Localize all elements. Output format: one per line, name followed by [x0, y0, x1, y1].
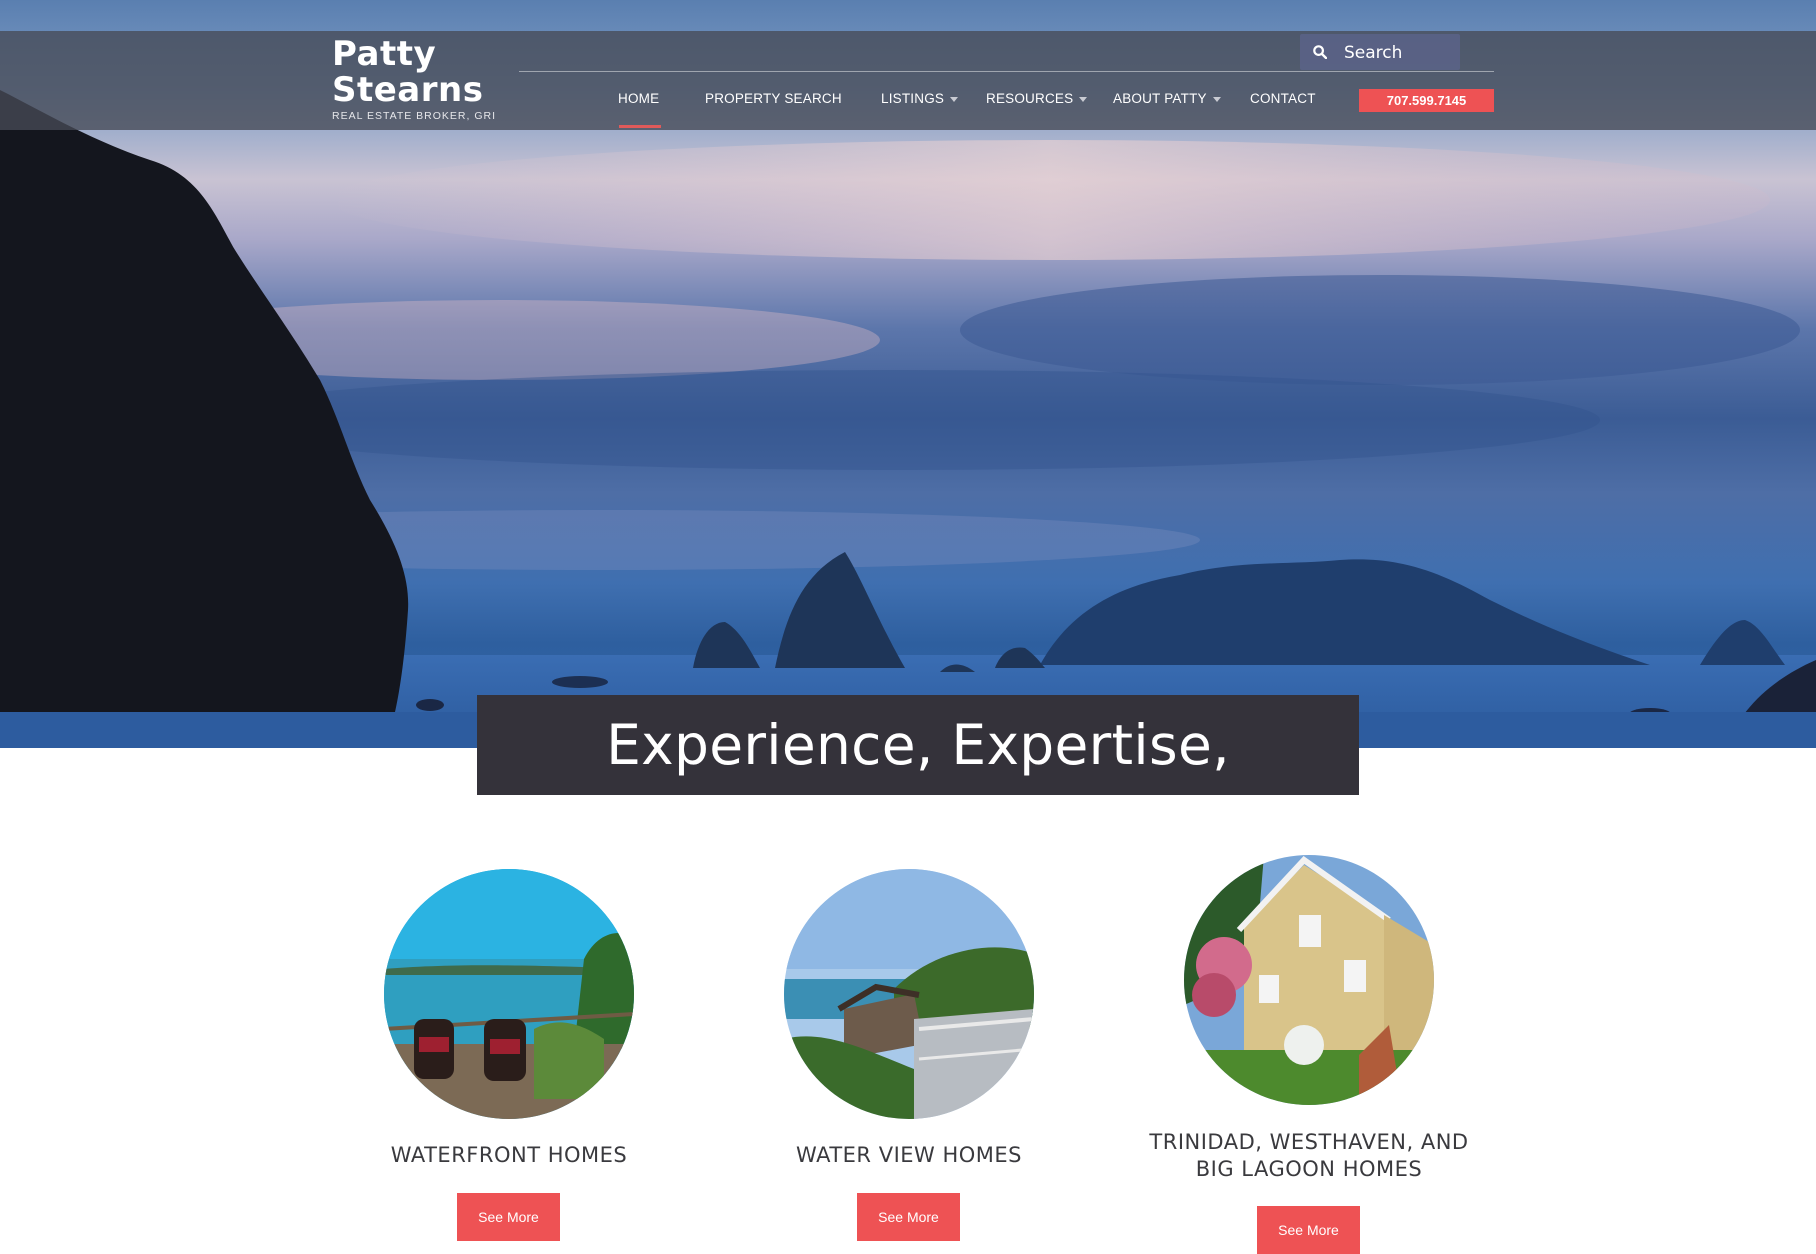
header-divider: [519, 71, 1494, 72]
search-box[interactable]: Search: [1300, 34, 1460, 70]
search-input[interactable]: Search: [1344, 43, 1402, 63]
category-title-trinidad: TRINIDAD, WESTHAVEN, AND BIG LAGOON HOME…: [1109, 1129, 1509, 1183]
nav-property-search[interactable]: PROPERTY SEARCH: [705, 91, 842, 111]
water-view-photo: [784, 869, 1034, 1119]
chevron-down-icon: [1212, 96, 1221, 102]
logo-name-line1: Patty: [332, 34, 437, 74]
logo-subtitle: REAL ESTATE BROKER, GRI: [332, 110, 497, 122]
nav-listings-label: LISTINGS: [881, 91, 945, 106]
water-view-homes-image[interactable]: [784, 869, 1034, 1119]
nav-contact[interactable]: CONTACT: [1250, 91, 1316, 111]
header-bar: [0, 31, 1816, 130]
site-logo[interactable]: Patty Stearns REAL ESTATE BROKER, GRI: [332, 36, 496, 122]
nav-about-label: ABOUT PATTY: [1113, 91, 1207, 106]
category-title-water-view: WATER VIEW HOMES: [795, 1143, 1023, 1167]
see-more-water-view-button[interactable]: See More: [857, 1193, 960, 1241]
see-more-waterfront-button[interactable]: See More: [457, 1193, 560, 1241]
chevron-down-icon: [950, 96, 959, 102]
nav-resources[interactable]: RESOURCES: [986, 91, 1088, 111]
waterfront-homes-image[interactable]: [384, 869, 634, 1119]
active-nav-underline: [619, 125, 661, 128]
phone-button[interactable]: 707.599.7145: [1359, 89, 1494, 112]
nav-listings[interactable]: LISTINGS: [881, 91, 959, 111]
chevron-down-icon: [1079, 96, 1088, 102]
see-more-trinidad-button[interactable]: See More: [1257, 1206, 1360, 1254]
logo-name-line2: Stearns: [332, 70, 484, 110]
category-title-trinidad-line2: BIG LAGOON HOMES: [1195, 1157, 1423, 1181]
category-title-trinidad-line1: TRINIDAD, WESTHAVEN, AND: [1149, 1130, 1469, 1154]
trinidad-homes-image[interactable]: [1184, 855, 1434, 1105]
waterfront-photo: [384, 869, 634, 1119]
hero-tagline: Experience, Expertise, Excellence: [477, 695, 1359, 877]
nav-about-patty[interactable]: ABOUT PATTY: [1113, 91, 1221, 111]
category-title-waterfront: WATERFRONT HOMES: [390, 1143, 628, 1167]
nav-resources-label: RESOURCES: [986, 91, 1074, 106]
search-icon: [1313, 45, 1327, 59]
trinidad-house-photo: [1184, 855, 1434, 1105]
nav-home[interactable]: HOME: [618, 91, 659, 111]
